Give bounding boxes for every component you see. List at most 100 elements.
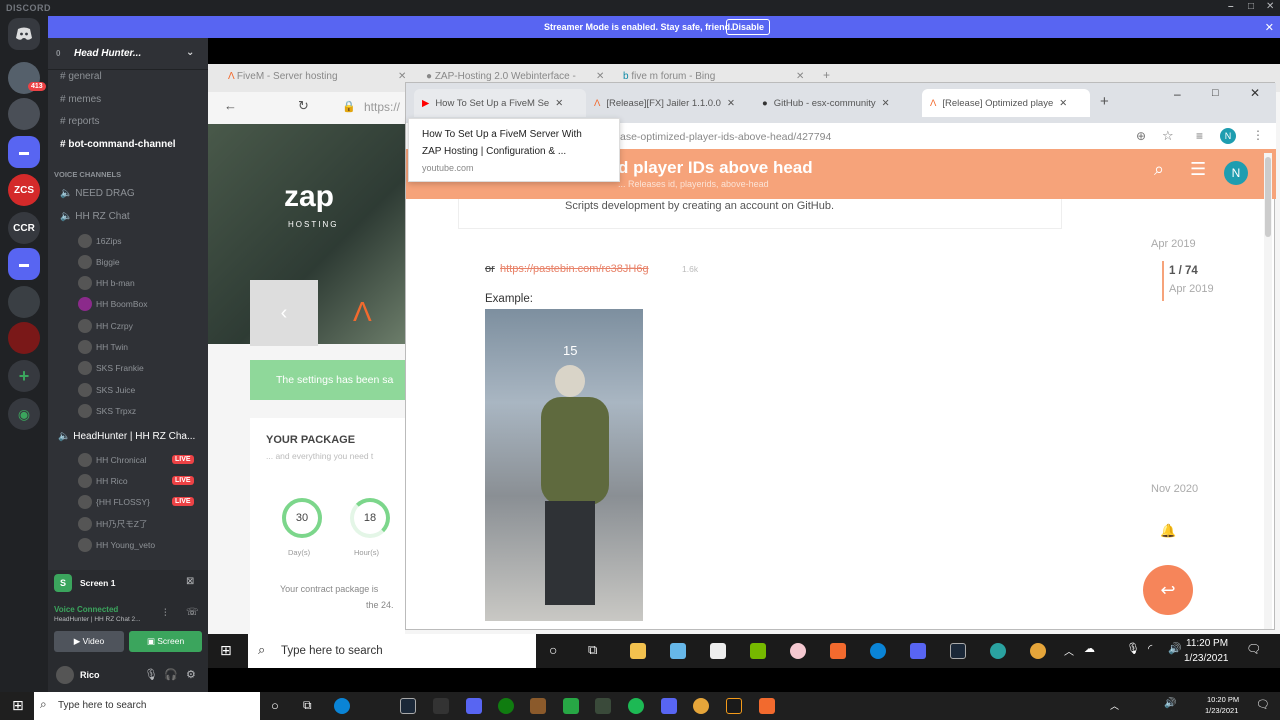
windows-start-icon[interactable]: ⊞ (220, 642, 232, 659)
tab-optimized-player-ids[interactable]: Λ [Release] Optimized playe ✕ (922, 89, 1090, 117)
chrome-icon[interactable] (1030, 643, 1046, 659)
mail-icon[interactable] (670, 643, 686, 659)
window-close-icon[interactable]: ✕ (1250, 86, 1260, 100)
voice-user[interactable]: HH b-man (78, 276, 135, 290)
tab-close-icon[interactable]: ✕ (596, 71, 604, 82)
reply-button[interactable]: ↩ (1143, 565, 1193, 615)
menu-dots-icon[interactable]: ⋮ (1252, 128, 1264, 142)
voice-user[interactable]: HH Twin (78, 340, 128, 354)
tab-close-icon[interactable]: ✕ (398, 71, 406, 82)
voice-user[interactable]: 16Zips (78, 234, 122, 248)
channel-memes[interactable]: # memes (60, 94, 101, 105)
volume-icon[interactable]: 🔊 (1168, 642, 1182, 655)
close-icon[interactable]: ✕ (1266, 1, 1275, 12)
voice-user[interactable]: HH乃尺モZ了 (78, 517, 147, 531)
tab-close-icon[interactable]: ✕ (882, 98, 890, 109)
edge-icon[interactable] (870, 643, 886, 659)
steam-icon[interactable] (400, 698, 416, 714)
new-tab-icon[interactable]: + (1100, 93, 1109, 110)
timeline-handle[interactable] (1162, 261, 1164, 301)
microphone-tray-icon[interactable]: 🎙 (1126, 642, 1140, 655)
minecraft-icon[interactable] (530, 698, 546, 714)
windows-start-icon[interactable]: ⊞ (12, 697, 24, 714)
tab-github[interactable]: ● GitHub - esx-community ✕ (754, 89, 922, 117)
voice-user[interactable]: SKS Frankie (78, 361, 144, 375)
channel-bot-command[interactable]: # bot-command-channel (60, 139, 176, 150)
clock-date[interactable]: 1/23/2021 (1184, 653, 1229, 664)
disable-streamer-button[interactable]: Disable (726, 19, 771, 35)
task-view-icon[interactable]: ⧉ (303, 698, 312, 713)
taskbar-search-box[interactable]: ⌕ Type here to search (248, 634, 536, 668)
voice-user[interactable]: HH BoomBox (78, 297, 148, 311)
edge-icon[interactable] (334, 698, 350, 714)
notification-icon[interactable]: 🗨 (1246, 642, 1261, 656)
window-minimize-icon[interactable]: – (1174, 87, 1181, 101)
notepad-icon[interactable] (710, 643, 726, 659)
folder-icon[interactable]: ▬ (8, 136, 40, 168)
fivem-taskbar-icon[interactable] (759, 698, 775, 714)
voice-user[interactable]: SKS Trpxz (78, 404, 136, 418)
show-hidden-icons-icon[interactable]: ︿ (1110, 699, 1119, 712)
tab-youtube[interactable]: ▶ How To Set Up a FiveM Se ✕ (414, 89, 586, 117)
example-gif[interactable]: 15 (485, 309, 643, 621)
voice-user[interactable]: Biggie (78, 255, 120, 269)
server-icon-1[interactable]: 413 (8, 62, 46, 94)
tab-fivem-hosting[interactable]: Λ FiveM - Server hosting (228, 71, 338, 82)
bell-icon[interactable]: 🔔 (1160, 523, 1176, 539)
back-arrow-icon[interactable]: ← (224, 98, 237, 113)
app-icon[interactable] (433, 698, 449, 714)
scrollbar-thumb[interactable] (1265, 157, 1271, 237)
xbox-icon[interactable] (498, 698, 514, 714)
discord-taskbar-icon[interactable] (910, 643, 926, 659)
minimize-icon[interactable]: – (1228, 1, 1234, 12)
host-clock-date[interactable]: 1/23/2021 (1205, 706, 1238, 715)
channel-general[interactable]: # general (60, 71, 102, 82)
wifi-icon[interactable]: ◜ (1148, 642, 1152, 655)
tab-close-icon[interactable]: ✕ (1059, 98, 1067, 109)
voice-user[interactable]: HH Czrpy (78, 319, 133, 333)
voice-channels-header[interactable]: VOICE CHANNELS (54, 170, 121, 179)
stop-stream-icon[interactable]: ⊠ (186, 576, 194, 587)
server-header[interactable]: 0 Head Hunter... ⌄ (48, 38, 208, 70)
voice-channel-hh-rz-chat[interactable]: 🔈 HH RZ Chat (60, 211, 130, 222)
server-icon-demon[interactable] (8, 322, 40, 354)
host-clock-time[interactable]: 10:20 PM (1207, 695, 1239, 704)
discord-taskbar-icon[interactable] (466, 698, 482, 714)
voice-user[interactable]: HH Chronical (78, 453, 147, 467)
pastebin-link[interactable]: https://pastebin.com/rc38JH6g (500, 263, 649, 275)
voice-user[interactable]: {HH FLOSSY} (78, 495, 150, 509)
headphones-icon[interactable]: 🎧 (164, 668, 178, 681)
host-search-placeholder[interactable]: Type here to search (58, 700, 146, 711)
explore-servers-icon[interactable]: ◉ (8, 398, 40, 430)
voice-user[interactable]: HH Rico (78, 474, 128, 488)
host-search-box[interactable]: ⌕ Type here to search (34, 692, 260, 720)
profile-avatar[interactable]: N (1220, 128, 1236, 144)
steam-icon[interactable] (950, 643, 966, 659)
close-banner-icon[interactable]: ✕ (1265, 21, 1274, 34)
voice-user[interactable]: SKS Juice (78, 383, 135, 397)
task-view-icon[interactable]: ⧉ (588, 642, 597, 658)
scrollbar[interactable] (1264, 153, 1272, 629)
server-icon-zcs[interactable]: ZCS (8, 174, 40, 206)
reload-icon[interactable]: ↻ (298, 98, 309, 114)
app-icon[interactable] (563, 698, 579, 714)
edge-dev-icon[interactable] (990, 643, 1006, 659)
voice-channel-name[interactable]: HeadHunter | HH RZ Chat 2... (54, 616, 141, 623)
carousel-prev-button[interactable]: ‹ (250, 280, 318, 346)
screen-button[interactable]: ▣ Screen (129, 631, 202, 652)
nvidia-icon[interactable] (750, 643, 766, 659)
background-address[interactable]: https:// (364, 100, 400, 114)
video-button[interactable]: ▶ Video (54, 631, 124, 652)
server-icon-ccr[interactable]: CCR (8, 212, 40, 244)
voice-channel-headhunter[interactable]: 🔈 HeadHunter | HH RZ Cha... (58, 431, 195, 442)
disconnect-icon[interactable]: ☏ (186, 607, 199, 618)
spotify-icon[interactable] (628, 698, 644, 714)
settings-gear-icon[interactable]: ⚙ (186, 668, 196, 681)
notification-icon[interactable]: 🗨 (1256, 698, 1270, 711)
noise-suppression-icon[interactable]: ⫶ (164, 608, 167, 619)
discord-home-icon[interactable] (8, 18, 40, 50)
voice-user[interactable]: HH Young_veto (78, 538, 155, 552)
onedrive-icon[interactable]: ☁ (1084, 642, 1095, 655)
server-icon-2[interactable] (8, 98, 40, 130)
app-icon[interactable] (661, 698, 677, 714)
